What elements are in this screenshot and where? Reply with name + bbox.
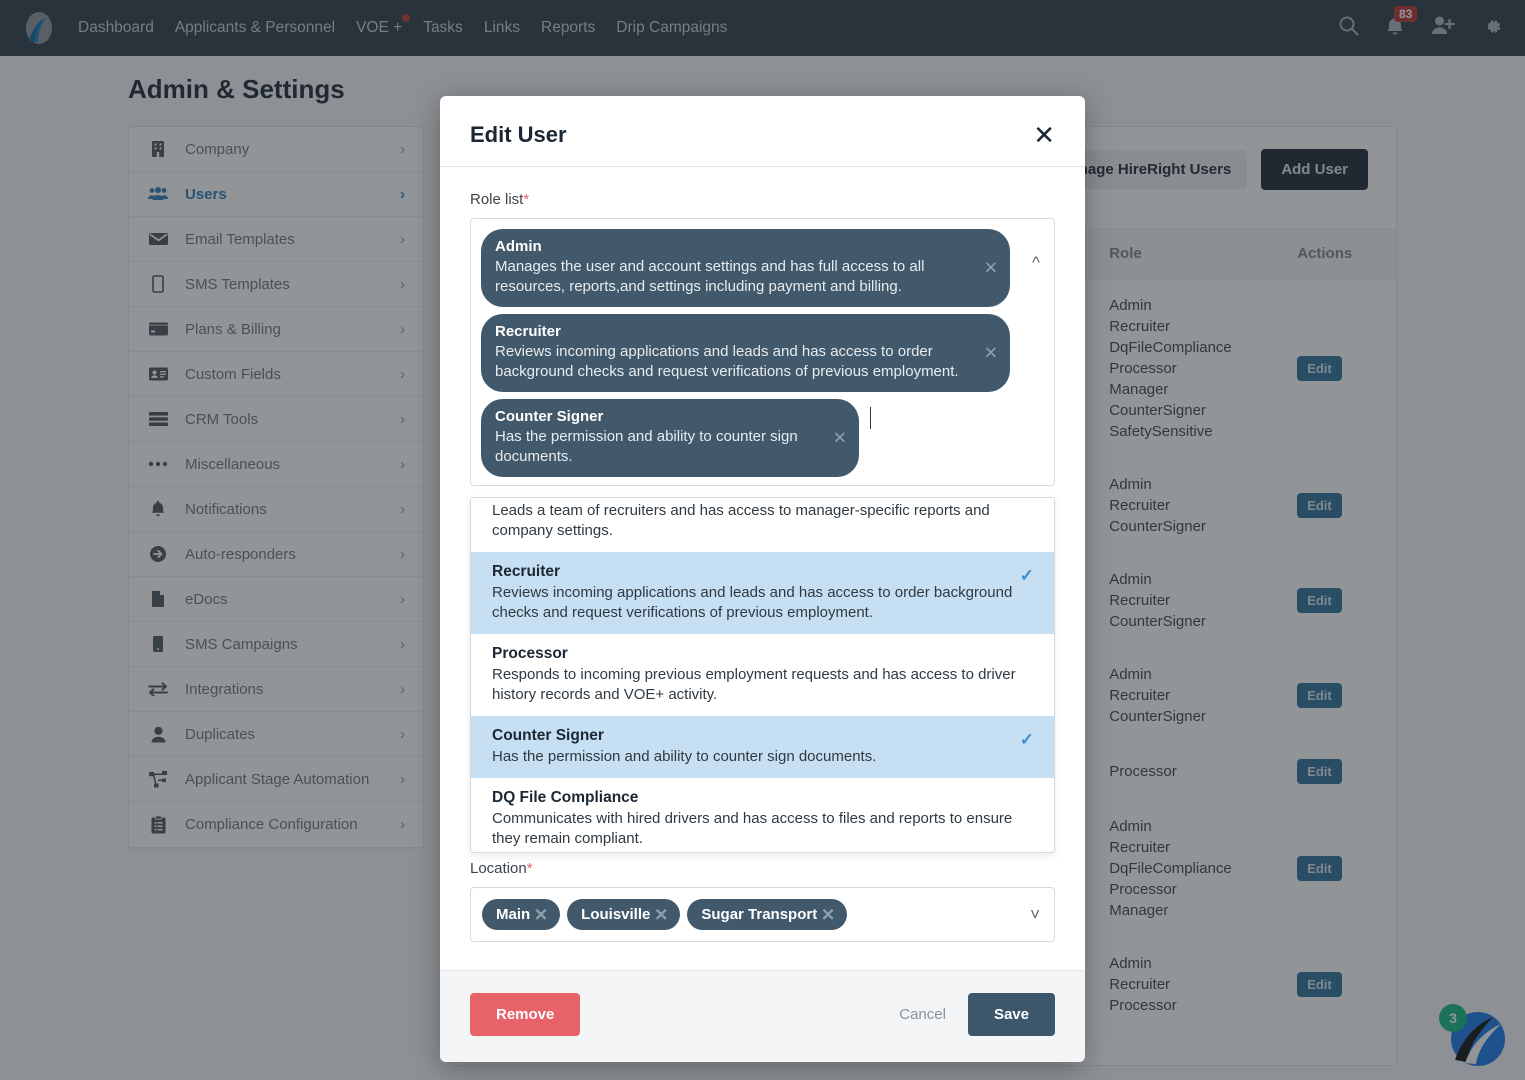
- location-tag-main[interactable]: Main ✕: [482, 899, 561, 930]
- role-option-counter-signer[interactable]: Counter Signer Has the permission and ab…: [471, 716, 1054, 778]
- role-tag-recruiter[interactable]: Recruiter Reviews incoming applications …: [481, 314, 1010, 392]
- role-option-recruiter[interactable]: Recruiter Reviews incoming applications …: [471, 552, 1054, 634]
- role-tag-admin[interactable]: Admin Manages the user and account setti…: [481, 229, 1010, 307]
- required-marker: *: [523, 191, 530, 208]
- role-option-desc: Has the permission and ability to counte…: [492, 748, 877, 765]
- role-tag-desc: Has the permission and ability to counte…: [495, 428, 798, 465]
- modal-title: Edit User: [470, 122, 567, 147]
- role-list-input[interactable]: Admin Manages the user and account setti…: [470, 218, 1055, 486]
- role-option-name: Counter Signer: [492, 727, 604, 744]
- location-label-text: Location: [470, 860, 527, 877]
- remove-role-icon[interactable]: ✕: [833, 430, 847, 447]
- location-tag-sugar-transport[interactable]: Sugar Transport ✕: [687, 899, 848, 930]
- role-option-name: Recruiter: [492, 563, 561, 580]
- role-option-name: Processor: [492, 645, 568, 662]
- modal-header: Edit User ✕: [440, 96, 1085, 167]
- location-tag-label: Louisville: [581, 906, 651, 923]
- role-tag-counter-signer[interactable]: Counter Signer Has the permission and ab…: [481, 399, 859, 477]
- role-list-label-text: Role list: [470, 191, 524, 208]
- required-marker: *: [526, 860, 533, 877]
- chevron-up-icon[interactable]: ^: [1032, 253, 1040, 273]
- check-icon: ✓: [1019, 566, 1034, 585]
- chevron-down-icon[interactable]: ˅: [1030, 905, 1040, 925]
- remove-role-icon[interactable]: ✕: [984, 260, 998, 277]
- edit-user-modal: Edit User ✕ Role list* Admin Manages the…: [440, 96, 1085, 1062]
- role-tag-desc: Manages the user and account settings an…: [495, 258, 925, 295]
- role-list-label: Role list*: [470, 191, 1055, 208]
- role-tag-name: Recruiter: [495, 323, 561, 340]
- role-option-name: DQ File Compliance: [492, 789, 639, 806]
- role-option-dq-file-compliance[interactable]: DQ File Compliance Communicates with hir…: [471, 778, 1054, 852]
- location-tag-louisville[interactable]: Louisville ✕: [567, 899, 681, 930]
- role-options-dropdown[interactable]: Manager Leads a team of recruiters and h…: [470, 497, 1055, 853]
- check-icon: ✓: [1019, 730, 1034, 749]
- remove-button[interactable]: Remove: [470, 993, 581, 1036]
- remove-role-icon[interactable]: ✕: [984, 345, 998, 362]
- role-option-desc: Communicates with hired drivers and has …: [492, 810, 1013, 847]
- role-tag-desc: Reviews incoming applications and leads …: [495, 343, 959, 380]
- cancel-button[interactable]: Cancel: [899, 1006, 946, 1023]
- location-input[interactable]: Main ✕ Louisville ✕ Sugar Transport ✕ ˅: [470, 887, 1055, 942]
- remove-location-icon[interactable]: ✕: [821, 906, 835, 923]
- location-tag-label: Main: [496, 906, 531, 923]
- role-option-desc: Reviews incoming applications and leads …: [492, 584, 1013, 621]
- role-option-desc: Responds to incoming previous employment…: [492, 666, 1016, 703]
- role-list-text-cursor: [870, 407, 871, 429]
- close-icon[interactable]: ✕: [1033, 122, 1055, 148]
- role-option-manager[interactable]: Manager Leads a team of recruiters and h…: [471, 498, 1054, 552]
- remove-location-icon[interactable]: ✕: [534, 906, 548, 923]
- role-option-desc: Leads a team of recruiters and has acces…: [492, 502, 990, 539]
- remove-location-icon[interactable]: ✕: [654, 906, 668, 923]
- footer-right-actions: Cancel Save: [899, 993, 1055, 1036]
- modal-footer: Remove Cancel Save: [440, 970, 1085, 1062]
- save-button[interactable]: Save: [967, 993, 1055, 1036]
- location-tag-label: Sugar Transport: [701, 906, 818, 923]
- modal-body: Role list* Admin Manages the user and ac…: [440, 167, 1085, 952]
- role-tag-name: Counter Signer: [495, 408, 604, 425]
- role-tag-name: Admin: [495, 238, 542, 255]
- role-option-processor[interactable]: Processor Responds to incoming previous …: [471, 634, 1054, 716]
- location-label: Location*: [470, 860, 1055, 877]
